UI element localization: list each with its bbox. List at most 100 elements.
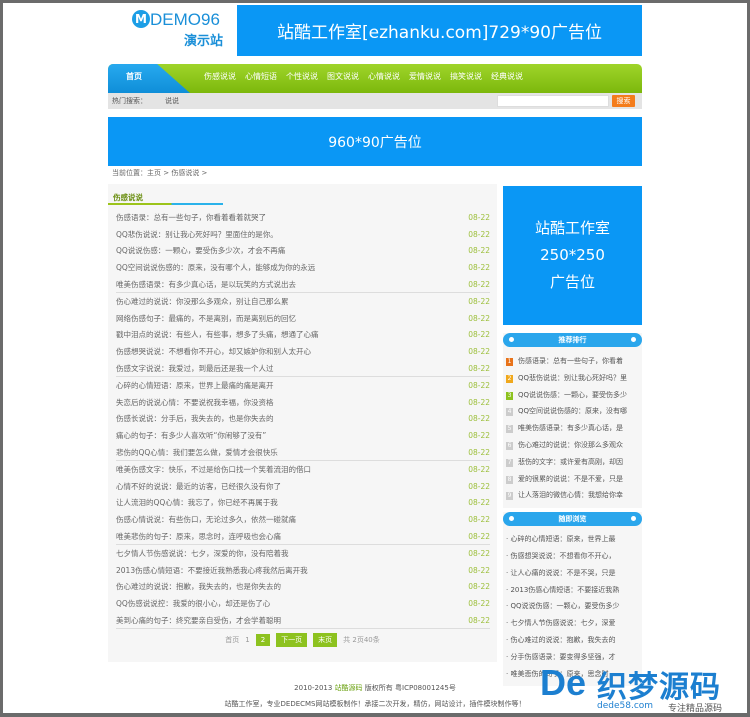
rank-item[interactable]: 9 让人落泪的微信心情：我想给你幸 (503, 487, 642, 504)
hot-keyword[interactable]: 说说 (165, 97, 179, 105)
rank-link[interactable]: 让人落泪的微信心情：我想给你幸 (518, 491, 623, 499)
search-input[interactable] (497, 95, 609, 107)
list-item[interactable]: QQ伤感说说控：我爱的很小心，却还是伤了心 08-22 (116, 595, 490, 612)
article-link[interactable]: 伤心难过的说说：你没那么多观众，别让自己那么累 (116, 296, 289, 307)
article-link[interactable]: 七夕情人节伤感说说：七夕，深爱的你，没有陪着我 (116, 548, 289, 559)
random-item[interactable]: · 伤感想哭说说：不想看你不开心， (503, 548, 642, 565)
list-item[interactable]: 伤感心情说说：有些伤口，无论过多久，依然一碰就痛 08-22 (116, 511, 490, 528)
footer-brand-link[interactable]: 站酷源码 (335, 684, 363, 692)
page-first[interactable]: 首页 (225, 635, 239, 645)
list-item[interactable]: 悲伤的QQ心情：我们要怎么做，爱情才会很快乐 08-22 (116, 444, 490, 461)
article-link[interactable]: QQ伤感说说控：我爱的很小心，却还是伤了心 (116, 598, 270, 609)
rank-link[interactable]: QQ空间说说伤感的：原来，没有哪 (518, 407, 627, 415)
page-current[interactable]: 2 (255, 634, 271, 646)
site-logo[interactable]: M DEMO96 演示站 (110, 8, 232, 56)
list-item[interactable]: 伤心难过的说说：你没那么多观众，别让自己那么累 08-22 (116, 293, 490, 310)
list-item[interactable]: 让人流泪的QQ心情：我忘了，你已经不再属于我 08-22 (116, 495, 490, 512)
rank-item[interactable]: 8 爱的很累的说说：不是不爱，只是 (503, 471, 642, 488)
random-link[interactable]: 2013伤感心情短语：不要接近我熟 (510, 586, 619, 594)
nav-item[interactable]: 伤感说说 (204, 64, 236, 90)
article-link[interactable]: 网络伤感句子：最痛的，不是离别，而是离别后的回忆 (116, 313, 296, 324)
rank-link[interactable]: QQ悲伤说说：别让我心死好吗？里 (518, 374, 627, 382)
nav-item[interactable]: 个性说说 (286, 64, 318, 90)
article-link[interactable]: 美到心痛的句子：终究要亲自受伤，才会学着聪明 (116, 615, 281, 626)
article-link[interactable]: 心碎的心情短语：原来，世界上最痛的痛是离开 (116, 380, 274, 391)
article-link[interactable]: 伤感语录：总有一些句子，你看着看着就哭了 (116, 212, 266, 223)
random-link[interactable]: 伤心难过的说说：抱歉，我失去的 (510, 636, 615, 644)
wide-ad-banner[interactable]: 960*90广告位 (108, 117, 642, 166)
nav-item[interactable]: 搞笑说说 (450, 64, 482, 90)
nav-item[interactable]: 爱情说说 (409, 64, 441, 90)
rank-link[interactable]: 伤感语录：总有一些句子，你看着 (518, 357, 623, 365)
article-link[interactable]: QQ说说伤感：一颗心，要受伤多少次，才会不再痛 (116, 245, 285, 256)
nav-item[interactable]: 心情短语 (245, 64, 277, 90)
list-item[interactable]: 网络伤感句子：最痛的，不是离别，而是离别后的回忆 08-22 (116, 310, 490, 327)
rank-item[interactable]: 5 唯美伤感语录：有多少真心话，是 (503, 420, 642, 437)
random-item[interactable]: · 心碎的心情短语：原来，世界上最 (503, 531, 642, 548)
rank-link[interactable]: 唯美伤感语录：有多少真心话，是 (518, 424, 623, 432)
random-link[interactable]: 七夕情人节伤感说说：七夕，深爱 (510, 619, 615, 627)
page-last[interactable]: 末页 (313, 633, 338, 647)
list-item[interactable]: 戳中泪点的说说：有些人，有些事，想多了头痛，想通了心痛 08-22 (116, 327, 490, 344)
list-item[interactable]: 伤感想哭说说：不想看你不开心，却又嫉妒你和别人太开心 08-22 (116, 343, 490, 360)
random-link[interactable]: QQ说说伤感：一颗心，要受伤多少 (510, 602, 619, 610)
article-link[interactable]: 唯美伤感语录：有多少真心话，是以玩笑的方式说出去 (116, 279, 296, 290)
rank-link[interactable]: 伤心难过的说说：你没那么多观众 (518, 441, 623, 449)
rank-item[interactable]: 7 悲伤的文字：或许爱有高刚，却因 (503, 454, 642, 471)
article-link[interactable]: 伤感文字说说：我爱过，到最后还是我一个人过 (116, 363, 274, 374)
random-item[interactable]: · 让人心痛的说说：不是不哭，只是 (503, 565, 642, 582)
list-item[interactable]: QQ说说伤感：一颗心，要受伤多少次，才会不再痛 08-22 (116, 243, 490, 260)
list-item[interactable]: 痛心的句子：有多少人喜欢听“你闹够了没有” 08-22 (116, 427, 490, 444)
random-item[interactable]: · 2013伤感心情短语：不要接近我熟 (503, 582, 642, 599)
article-link[interactable]: 唯美悲伤的句子：原来，思念时，连呼吸也会心痛 (116, 531, 281, 542)
article-link[interactable]: 心情不好的说说：最近的访客，已经很久没有你了 (116, 481, 281, 492)
rank-link[interactable]: QQ说说伤感：一颗心，要受伤多少 (518, 391, 627, 399)
nav-home[interactable]: 首页 (108, 64, 190, 93)
article-link[interactable]: 痛心的句子：有多少人喜欢听“你闹够了没有” (116, 430, 266, 441)
nav-item[interactable]: 经典说说 (491, 64, 523, 90)
list-item[interactable]: QQ空间说说伤感的：原来，没有哪个人，能够成为你的永远 08-22 (116, 259, 490, 276)
rank-link[interactable]: 爱的很累的说说：不是不爱，只是 (518, 475, 623, 483)
article-link[interactable]: QQ悲伤说说：别让我心死好吗？里面住的是你。 (116, 229, 278, 240)
article-link[interactable]: 唯美伤感文字：快乐，不过是给伤口找一个笑着流泪的借口 (116, 464, 311, 475)
article-link[interactable]: 伤心难过的说说：抱歉，我失去的，也是你失去的 (116, 581, 281, 592)
rank-item[interactable]: 6 伤心难过的说说：你没那么多观众 (503, 437, 642, 454)
list-item[interactable]: 伤心难过的说说：抱歉，我失去的，也是你失去的 08-22 (116, 579, 490, 596)
list-item[interactable]: 伤感文字说说：我爱过，到最后还是我一个人过 08-22 (116, 360, 490, 377)
nav-item[interactable]: 图文说说 (327, 64, 359, 90)
list-item[interactable]: 2013伤感心情短语：不要接近我熟悉我心疼我然后离开我 08-22 (116, 562, 490, 579)
list-item[interactable]: 唯美伤感语录：有多少真心话，是以玩笑的方式说出去 08-22 (116, 276, 490, 293)
side-ad-banner[interactable]: 站酷工作室 250*250 广告位 (503, 186, 642, 325)
article-link[interactable]: 2013伤感心情短语：不要接近我熟悉我心疼我然后离开我 (116, 565, 308, 576)
random-item[interactable]: · 伤心难过的说说：抱歉，我失去的 (503, 632, 642, 649)
list-item[interactable]: 心碎的心情短语：原来，世界上最痛的痛是离开 08-22 (116, 377, 490, 394)
page-next[interactable]: 下一页 (276, 633, 308, 647)
article-link[interactable]: 伤感心情说说：有些伤口，无论过多久，依然一碰就痛 (116, 514, 296, 525)
article-link[interactable]: 戳中泪点的说说：有些人，有些事，想多了头痛，想通了心痛 (116, 329, 319, 340)
list-item[interactable]: 失恋后的说说心情：不要说祝我幸福，你没资格 08-22 (116, 394, 490, 411)
list-item[interactable]: 美到心痛的句子：终究要亲自受伤，才会学着聪明 08-22 (116, 612, 490, 629)
rank-item[interactable]: 1 伤感语录：总有一些句子，你看着 (503, 353, 642, 370)
article-link[interactable]: 伤感长说说：分手后，我失去的，也是你失去的 (116, 413, 274, 424)
list-item[interactable]: 唯美伤感文字：快乐，不过是给伤口找一个笑着流泪的借口 08-22 (116, 461, 490, 478)
list-item[interactable]: 唯美悲伤的句子：原来，思念时，连呼吸也会心痛 08-22 (116, 528, 490, 545)
rank-item[interactable]: 3 QQ说说伤感：一颗心，要受伤多少 (503, 387, 642, 404)
list-item[interactable]: QQ悲伤说说：别让我心死好吗？里面住的是你。 08-22 (116, 226, 490, 243)
random-link[interactable]: 让人心痛的说说：不是不哭，只是 (510, 569, 615, 577)
top-ad-banner[interactable]: 站酷工作室[ezhanku.com]729*90广告位 (237, 5, 642, 56)
random-item[interactable]: · QQ说说伤感：一颗心，要受伤多少 (503, 598, 642, 615)
rank-item[interactable]: 2 QQ悲伤说说：别让我心死好吗？里 (503, 370, 642, 387)
article-link[interactable]: 失恋后的说说心情：不要说祝我幸福，你没资格 (116, 397, 274, 408)
list-item[interactable]: 伤感语录：总有一些句子，你看着看着就哭了 08-22 (116, 209, 490, 226)
page-1[interactable]: 1 (245, 636, 249, 644)
random-link[interactable]: 伤感想哭说说：不想看你不开心， (510, 552, 615, 560)
article-link[interactable]: 悲伤的QQ心情：我们要怎么做，爱情才会很快乐 (116, 447, 278, 458)
search-button[interactable]: 搜索 (612, 95, 635, 107)
list-item[interactable]: 伤感长说说：分手后，我失去的，也是你失去的 08-22 (116, 411, 490, 428)
random-item[interactable]: · 七夕情人节伤感说说：七夕，深爱 (503, 615, 642, 632)
nav-item[interactable]: 心情说说 (368, 64, 400, 90)
list-item[interactable]: 七夕情人节伤感说说：七夕，深爱的你，没有陪着我 08-22 (116, 545, 490, 562)
article-link[interactable]: 伤感想哭说说：不想看你不开心，却又嫉妒你和别人太开心 (116, 346, 311, 357)
article-link[interactable]: QQ空间说说伤感的：原来，没有哪个人，能够成为你的永远 (116, 262, 315, 273)
random-link[interactable]: 心碎的心情短语：原来，世界上最 (510, 535, 615, 543)
